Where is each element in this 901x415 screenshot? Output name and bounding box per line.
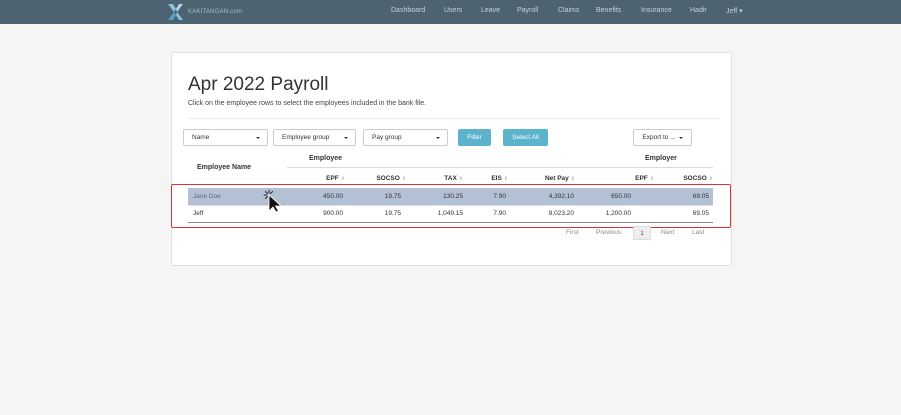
col-employer-epf[interactable]: EPF ⬍ [635, 175, 654, 182]
export-dropdown-button[interactable]: Export to ... [633, 129, 692, 146]
top-navbar: KAKITANGAN.com Dashboard Users Leave Pay… [0, 0, 901, 24]
col-employee-epf[interactable]: EPF ⬍ [326, 175, 345, 182]
nav-hadir[interactable]: Hadir [690, 7, 707, 14]
col-tax[interactable]: TAX ⬍ [444, 175, 463, 182]
nav-dashboard[interactable]: Dashboard [391, 7, 425, 14]
col-employer-socso[interactable]: SOCSO ⬍ [683, 175, 713, 182]
name-filter-label: Name [192, 134, 210, 141]
employee-group-select[interactable]: Employee group [273, 129, 356, 146]
nav-benefits[interactable]: Benefits [596, 7, 621, 14]
col-employee-socso[interactable]: SOCSO ⬍ [376, 175, 406, 182]
pagination-next[interactable]: Next [661, 229, 674, 236]
highlight-box [171, 184, 731, 228]
col-net-pay[interactable]: Net Pay ⬍ [545, 175, 575, 182]
nav-leave[interactable]: Leave [481, 7, 500, 14]
nav-users[interactable]: Users [444, 7, 462, 14]
sort-icon: ⬍ [458, 176, 463, 182]
chevron-down-icon [678, 136, 683, 139]
sort-icon: ⬍ [708, 176, 713, 182]
nav-insurance[interactable]: Insurance [641, 7, 672, 14]
page-subtitle: Click on the employee rows to select the… [188, 100, 427, 107]
chevron-down-icon [344, 137, 348, 139]
sort-icon: ⬍ [503, 176, 508, 182]
brand-logo[interactable]: KAKITANGAN.com [166, 3, 242, 21]
brand-name: KAKITANGAN.com [188, 9, 243, 15]
pagination-current[interactable]: 1 [633, 226, 651, 240]
filter-button[interactable]: Filter [458, 129, 491, 146]
sort-icon: ⬍ [401, 176, 406, 182]
nav-user-menu[interactable]: Jeff ▾ [726, 7, 743, 15]
pagination-first[interactable]: First [566, 229, 579, 236]
employee-group-label: Employee group [282, 134, 330, 141]
employer-group-header: Employer [645, 155, 677, 162]
pay-group-select[interactable]: Pay group [363, 129, 448, 146]
brand-x-icon [168, 4, 183, 20]
group-header-divider [287, 167, 713, 168]
pay-group-label: Pay group [372, 134, 402, 141]
chevron-down-icon [436, 137, 440, 139]
sort-icon: ⬍ [649, 176, 654, 182]
page-title: Apr 2022 Payroll [188, 74, 329, 95]
sort-icon: ⬍ [340, 176, 345, 182]
nav-payroll[interactable]: Payroll [517, 7, 538, 14]
click-cursor-icon [263, 189, 283, 213]
sort-icon: ⬍ [570, 176, 575, 182]
employee-group-header: Employee [309, 155, 343, 162]
export-label: Export to ... [642, 134, 676, 141]
col-eis[interactable]: EIS ⬍ [491, 175, 508, 182]
name-filter-select[interactable]: Name [183, 129, 268, 146]
chevron-down-icon [256, 137, 260, 139]
nav-claims[interactable]: Claims [558, 7, 579, 14]
employee-name-header: Employee Name [197, 164, 252, 171]
header-divider [188, 118, 720, 119]
pagination-last[interactable]: Last [692, 229, 704, 236]
select-all-button[interactable]: Select All [503, 129, 548, 146]
pagination-previous[interactable]: Previous [596, 229, 621, 236]
